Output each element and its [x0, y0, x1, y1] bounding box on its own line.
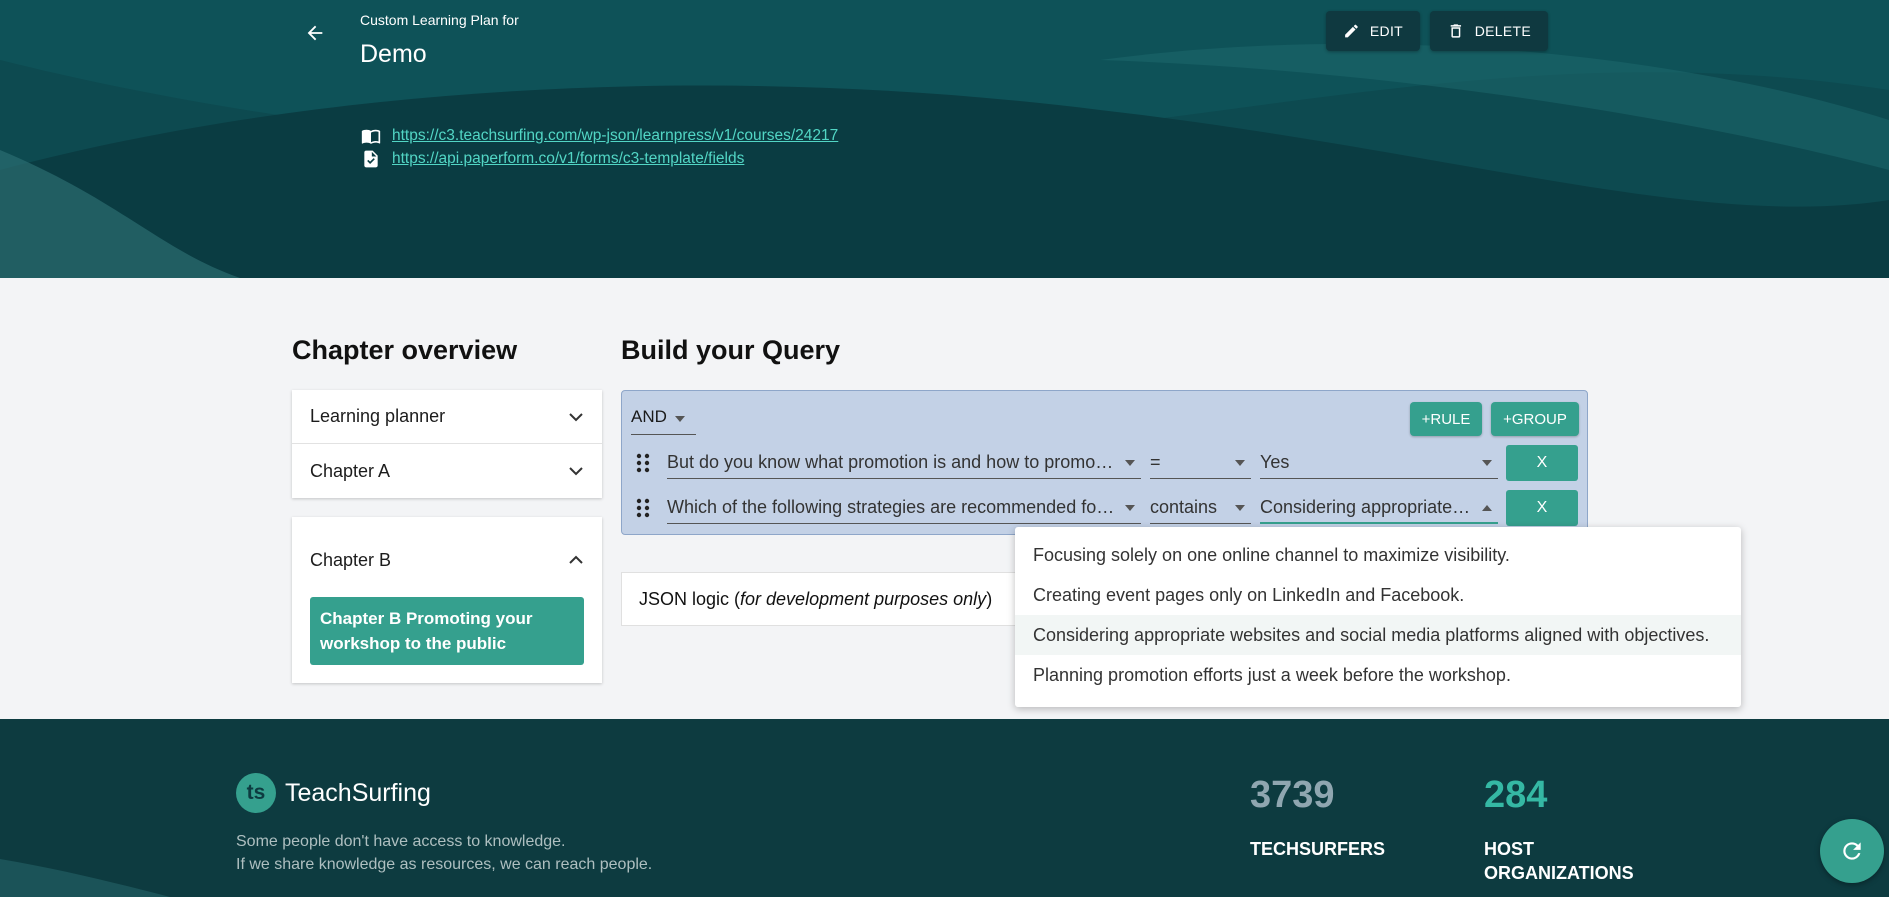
rule-operator-select[interactable]: contains — [1150, 492, 1251, 524]
delete-button[interactable]: DELETE — [1430, 11, 1548, 51]
rule-field-select[interactable]: But do you know what promotion is and ho… — [667, 447, 1141, 479]
dropdown-option[interactable]: Creating event pages only on LinkedIn an… — [1015, 575, 1741, 615]
header-wave-background — [0, 0, 1889, 278]
remove-rule-button[interactable]: X — [1506, 445, 1578, 481]
add-group-button[interactable]: +GROUP — [1491, 402, 1579, 436]
json-logic-note: for development purposes only — [740, 588, 987, 609]
rule-operator-value: contains — [1150, 497, 1218, 517]
page-header: Custom Learning Plan for Demo EDIT DELET… — [0, 0, 1889, 278]
query-rule-row: Which of the following strategies are re… — [622, 488, 1589, 528]
rule-value-select[interactable]: Yes — [1260, 447, 1498, 479]
rule-operator-value: = — [1150, 452, 1161, 472]
dropdown-option[interactable]: Planning promotion efforts just a week b… — [1015, 655, 1741, 695]
host-organizations-label: HOST ORGANIZATIONS — [1484, 839, 1634, 883]
drag-handle-icon[interactable] — [636, 453, 650, 473]
delete-label: DELETE — [1474, 23, 1531, 39]
form-link[interactable]: https://api.paperform.co/v1/forms/c3-tem… — [392, 150, 744, 168]
chevron-down-icon — [569, 412, 583, 421]
query-builder-group: AND +RULE +GROUP But do you know what pr… — [621, 390, 1588, 535]
dropdown-option-selected[interactable]: Considering appropriate websites and soc… — [1015, 615, 1741, 655]
form-link-row: https://api.paperform.co/v1/forms/c3-tem… — [360, 149, 744, 169]
accordion-item-label: Chapter B — [310, 549, 392, 570]
trash-icon — [1450, 24, 1462, 38]
page-footer: ts TeachSurfing Some people don't have a… — [0, 719, 1889, 897]
teachsurfing-logo[interactable]: ts TeachSurfing — [236, 773, 431, 813]
pencil-icon — [1345, 24, 1358, 38]
drag-handle-icon[interactable] — [636, 498, 650, 518]
caret-down-icon — [674, 416, 685, 422]
course-link[interactable]: https://c3.teachsurfing.com/wp-json/lear… — [392, 127, 838, 145]
caret-down-icon — [1482, 460, 1492, 466]
logo-text: TeachSurfing — [285, 778, 431, 807]
rule-value: Yes — [1260, 452, 1290, 472]
json-logic-panel[interactable]: JSON logic (for development purposes onl… — [621, 572, 1021, 626]
chapter-overview-title: Chapter overview — [292, 335, 518, 365]
accordion-item-label: Chapter A — [310, 460, 391, 481]
rule-operator-select[interactable]: = — [1150, 447, 1251, 479]
caret-down-icon — [1125, 460, 1135, 466]
back-button[interactable] — [300, 18, 330, 48]
accordion-item-label: Learning planner — [310, 406, 446, 426]
course-link-row: https://c3.teachsurfing.com/wp-json/lear… — [360, 126, 838, 146]
rule-field-select[interactable]: Which of the following strategies are re… — [667, 492, 1141, 524]
page-subtitle: Custom Learning Plan for — [360, 12, 519, 28]
caret-down-icon — [1125, 505, 1135, 511]
refresh-icon — [1843, 842, 1861, 860]
add-rule-button[interactable]: +RULE — [1410, 402, 1482, 436]
form-check-icon — [364, 150, 378, 168]
page-title: Demo — [360, 40, 427, 68]
dropdown-option[interactable]: Focusing solely on one online channel to… — [1015, 535, 1741, 575]
accordion-item-learning-planner[interactable]: Learning planner — [292, 390, 602, 444]
rule-value: Considering appropriate websites and soc… — [1260, 496, 1474, 517]
json-logic-close: ) — [986, 588, 993, 609]
edit-button[interactable]: EDIT — [1326, 11, 1420, 51]
caret-up-icon — [1482, 505, 1492, 511]
edit-label: EDIT — [1369, 23, 1403, 39]
tagline-line-2: If we share knowledge as resources, we c… — [236, 856, 653, 873]
caret-down-icon — [1235, 460, 1245, 466]
conjunction-select[interactable]: AND — [631, 407, 696, 435]
rule-field-value: Which of the following strategies are re… — [667, 497, 1117, 517]
build-query-title: Build your Query — [621, 335, 841, 365]
logo-mark: ts — [236, 773, 276, 813]
rule-value-select[interactable]: Considering appropriate websites and soc… — [1260, 492, 1498, 524]
chapter-accordion-b: Chapter B Chapter B Promoting your works… — [292, 517, 602, 683]
refresh-fab-button[interactable] — [1820, 819, 1884, 883]
value-options-dropdown: Focusing solely on one online channel to… — [1015, 527, 1741, 707]
caret-down-icon — [1235, 505, 1245, 511]
chevron-up-icon — [569, 555, 583, 564]
host-organizations-count: 284 — [1484, 774, 1548, 816]
techsurfers-count: 3739 — [1250, 774, 1335, 816]
chapter-b-promoting-button[interactable]: Chapter B Promoting your workshop to the… — [310, 597, 584, 665]
json-logic-label: JSON logic ( — [639, 588, 741, 609]
accordion-item-chapter-a[interactable]: Chapter A — [292, 444, 602, 498]
book-icon — [361, 129, 381, 144]
arrow-left-icon — [307, 25, 323, 41]
remove-rule-button[interactable]: X — [1506, 490, 1578, 526]
chevron-down-icon — [569, 467, 583, 476]
rule-field-value: But do you know what promotion is and ho… — [667, 452, 1117, 472]
chapter-accordion-top: Learning planner Chapter A — [292, 390, 602, 498]
conjunction-value: AND — [631, 407, 667, 426]
techsurfers-label: TECHSURFERS — [1250, 839, 1386, 859]
tagline-line-1: Some people don't have access to knowled… — [236, 833, 566, 850]
query-rule-row: But do you know what promotion is and ho… — [622, 443, 1589, 483]
accordion-item-chapter-b[interactable]: Chapter B — [292, 517, 602, 587]
